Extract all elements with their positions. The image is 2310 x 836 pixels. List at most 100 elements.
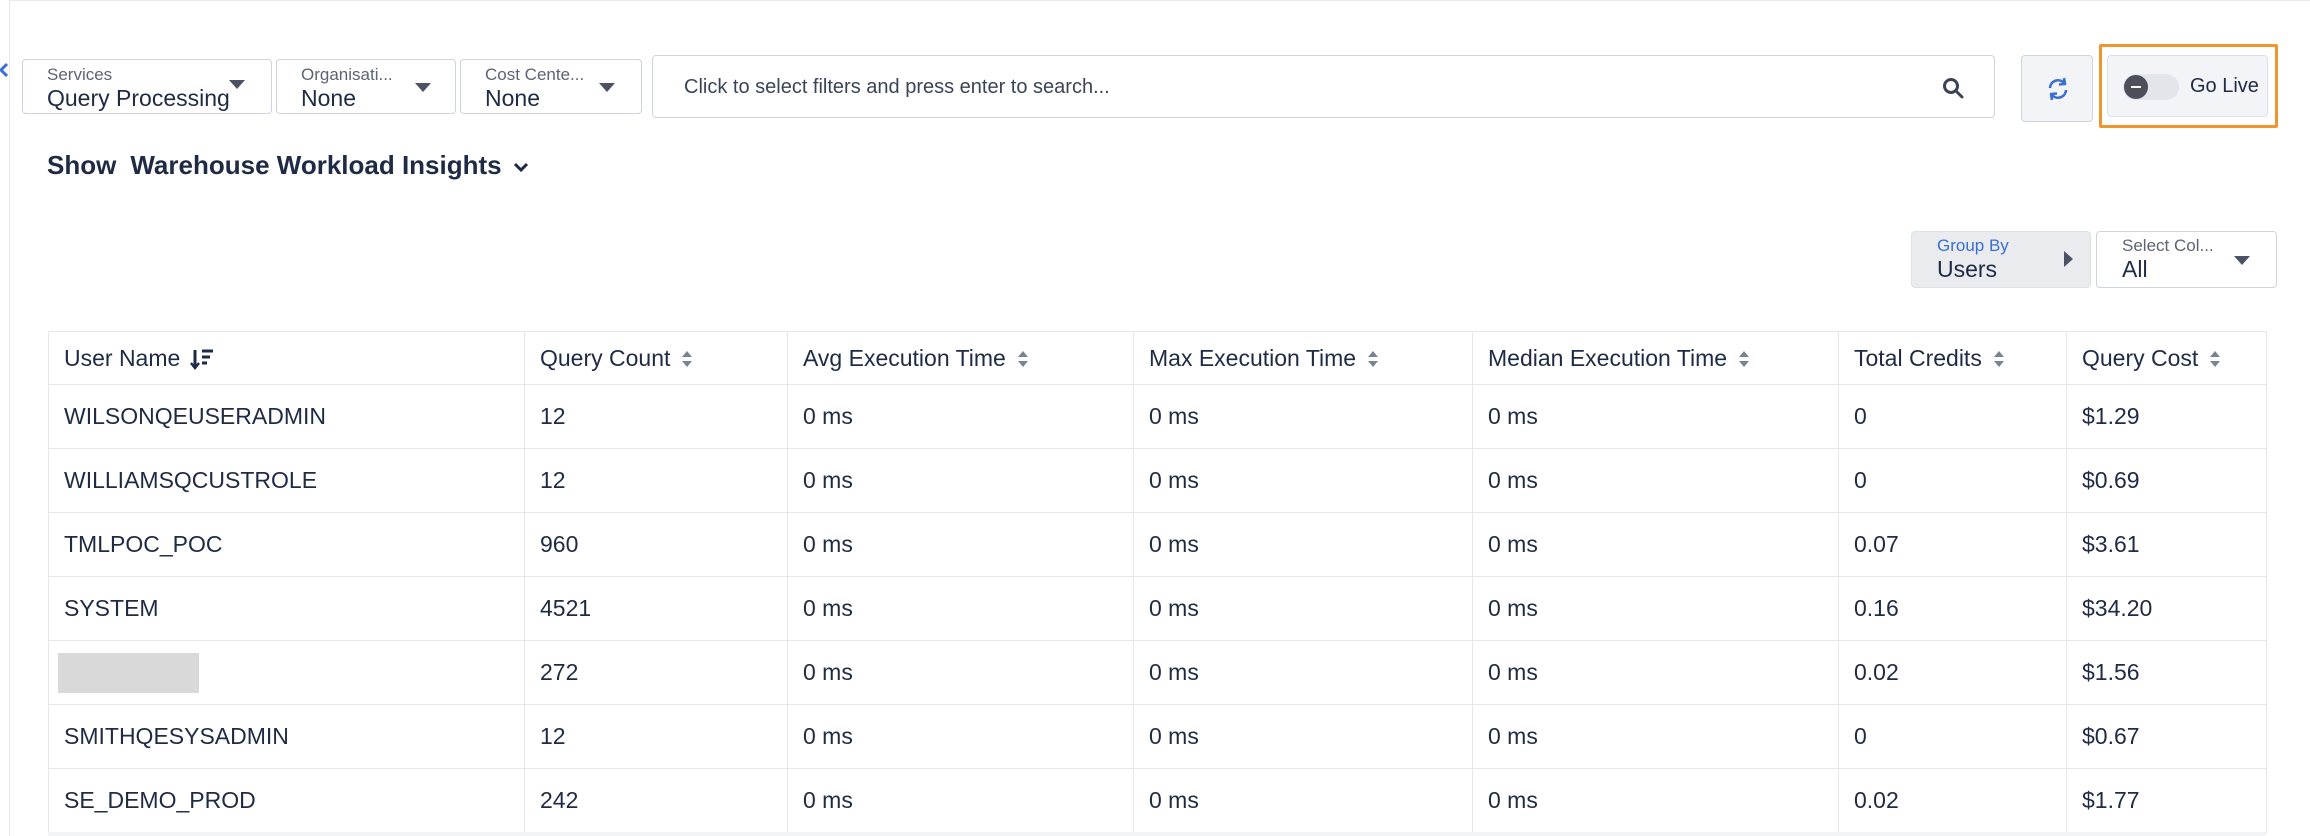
- chevron-left-icon[interactable]: [0, 60, 10, 80]
- sort-icon[interactable]: [2208, 349, 2222, 369]
- left-sidebar-rail: [0, 0, 10, 836]
- chevron-down-icon: [229, 80, 245, 89]
- sort-icon[interactable]: [1366, 349, 1380, 369]
- cell-total-credits: 0: [1838, 384, 2067, 449]
- cell-total-credits: 0.07: [1838, 512, 2067, 577]
- cell-query-count: 12: [524, 448, 788, 513]
- sort-icon[interactable]: [1016, 349, 1030, 369]
- select-columns-value: All: [2122, 256, 2148, 282]
- table-row[interactable]: SYSTEM 4521 0 ms 0 ms 0 ms 0.16 $34.20: [48, 576, 2267, 641]
- cell-user-name: WILSONQEUSERADMIN: [48, 384, 525, 449]
- table-header-row: User Name Query Count Avg Execution Time…: [48, 331, 2267, 385]
- organisation-filter-label: Organisati...: [301, 65, 393, 84]
- select-columns-dropdown[interactable]: Select Col... All: [2096, 231, 2277, 288]
- top-border: [0, 0, 2310, 1]
- go-live-label: Go Live: [2190, 75, 2259, 97]
- chevron-down-icon: [2234, 256, 2250, 265]
- column-header-label: Total Credits: [1854, 344, 1982, 371]
- chevron-down-icon: [599, 83, 615, 92]
- go-live-button[interactable]: Go Live: [2107, 55, 2268, 117]
- organisation-filter-value: None: [301, 85, 356, 111]
- column-header-label: Query Count: [540, 344, 671, 371]
- go-live-toggle[interactable]: [2123, 74, 2179, 100]
- services-filter-label: Services: [47, 65, 113, 84]
- cell-median-execution-time: 0 ms: [1472, 768, 1839, 833]
- refresh-button[interactable]: [2021, 55, 2093, 122]
- column-header-query-cost[interactable]: Query Cost: [2066, 331, 2267, 385]
- column-header-max-execution-time[interactable]: Max Execution Time: [1133, 331, 1473, 385]
- cost-center-filter-value: None: [485, 85, 540, 111]
- cell-avg-execution-time: 0 ms: [787, 576, 1134, 641]
- chevron-down-icon: [415, 83, 431, 92]
- cell-max-execution-time: 0 ms: [1133, 576, 1473, 641]
- cell-query-count: 12: [524, 384, 788, 449]
- cell-avg-execution-time: 0 ms: [787, 384, 1134, 449]
- cost-center-filter-label: Cost Cente...: [485, 65, 585, 84]
- cell-user-name: [48, 640, 525, 705]
- cell-query-cost: $0.67: [2066, 704, 2267, 769]
- cell-avg-execution-time: 0 ms: [787, 640, 1134, 705]
- services-filter-dropdown[interactable]: Services Query Processing: [22, 59, 272, 114]
- cell-user-name: WILLIAMSQCUSTROLE: [48, 448, 525, 513]
- cell-median-execution-time: 0 ms: [1472, 448, 1839, 513]
- cell-median-execution-time: 0 ms: [1472, 512, 1839, 577]
- group-by-button[interactable]: Group By Users: [1911, 231, 2091, 288]
- insights-show-label: Show: [47, 150, 117, 180]
- column-header-total-credits[interactable]: Total Credits: [1838, 331, 2067, 385]
- cell-query-cost: $3.61: [2066, 512, 2267, 577]
- table-row[interactable]: WILSONQEUSERADMIN 12 0 ms 0 ms 0 ms 0 $1…: [48, 384, 2267, 449]
- cell-query-cost: $0.69: [2066, 448, 2267, 513]
- organisation-filter-dropdown[interactable]: Organisati... None: [276, 59, 456, 114]
- column-header-label: Query Cost: [2082, 344, 2199, 371]
- cost-center-filter-dropdown[interactable]: Cost Cente... None: [460, 59, 642, 114]
- column-header-median-execution-time[interactable]: Median Execution Time: [1472, 331, 1839, 385]
- table-row[interactable]: SMITHQESYSADMIN 12 0 ms 0 ms 0 ms 0 $0.6…: [48, 704, 2267, 769]
- cell-avg-execution-time: 0 ms: [787, 512, 1134, 577]
- services-filter-value: Query Processing: [47, 85, 230, 111]
- sort-icon[interactable]: [680, 349, 694, 369]
- column-header-label: Max Execution Time: [1149, 344, 1357, 371]
- redacted-user-name: [58, 652, 199, 693]
- cell-total-credits: 0: [1838, 704, 2067, 769]
- toggle-knob: [2124, 75, 2148, 99]
- cell-query-cost: $1.29: [2066, 384, 2267, 449]
- column-header-label: Avg Execution Time: [803, 344, 1006, 371]
- cell-avg-execution-time: 0 ms: [787, 704, 1134, 769]
- search-icon[interactable]: [1942, 77, 1964, 99]
- column-header-avg-execution-time[interactable]: Avg Execution Time: [787, 331, 1134, 385]
- search-input[interactable]: Click to select filters and press enter …: [652, 55, 1995, 118]
- column-header-label: Median Execution Time: [1488, 344, 1728, 371]
- column-header-label: User Name: [64, 344, 181, 371]
- cell-max-execution-time: 0 ms: [1133, 384, 1473, 449]
- cell-query-count: 960: [524, 512, 788, 577]
- column-header-user-name[interactable]: User Name: [48, 331, 525, 385]
- user-workload-table: User Name Query Count Avg Execution Time…: [48, 331, 2267, 833]
- insights-selector[interactable]: Show Warehouse Workload Insights: [47, 150, 530, 181]
- cell-median-execution-time: 0 ms: [1472, 384, 1839, 449]
- table-next-row-edge: [48, 832, 2266, 836]
- sort-icon[interactable]: [1737, 349, 1751, 369]
- table-row[interactable]: SE_DEMO_PROD 242 0 ms 0 ms 0 ms 0.02 $1.…: [48, 768, 2267, 833]
- cell-user-name: SMITHQESYSADMIN: [48, 704, 525, 769]
- table-row[interactable]: TMLPOC_POC 960 0 ms 0 ms 0 ms 0.07 $3.61: [48, 512, 2267, 577]
- chevron-down-icon: [513, 163, 528, 173]
- sort-icon[interactable]: [1992, 349, 2006, 369]
- cell-median-execution-time: 0 ms: [1472, 576, 1839, 641]
- cell-avg-execution-time: 0 ms: [787, 448, 1134, 513]
- go-live-highlight: Go Live: [2099, 44, 2278, 128]
- search-placeholder: Click to select filters and press enter …: [684, 76, 1110, 98]
- cell-query-cost: $34.20: [2066, 576, 2267, 641]
- table-row[interactable]: WILLIAMSQCUSTROLE 12 0 ms 0 ms 0 ms 0 $0…: [48, 448, 2267, 513]
- group-by-value: Users: [1937, 256, 1998, 282]
- cell-user-name: SE_DEMO_PROD: [48, 768, 525, 833]
- cell-query-count: 242: [524, 768, 788, 833]
- insights-selected-value: Warehouse Workload Insights: [130, 150, 502, 180]
- column-header-query-count[interactable]: Query Count: [524, 331, 788, 385]
- cell-user-name: TMLPOC_POC: [48, 512, 525, 577]
- refresh-icon: [2048, 77, 2068, 101]
- cell-query-count: 4521: [524, 576, 788, 641]
- table-row[interactable]: 272 0 ms 0 ms 0 ms 0.02 $1.56: [48, 640, 2267, 705]
- sort-descending-icon[interactable]: [190, 348, 214, 371]
- cell-max-execution-time: 0 ms: [1133, 640, 1473, 705]
- chevron-right-icon: [2064, 251, 2073, 267]
